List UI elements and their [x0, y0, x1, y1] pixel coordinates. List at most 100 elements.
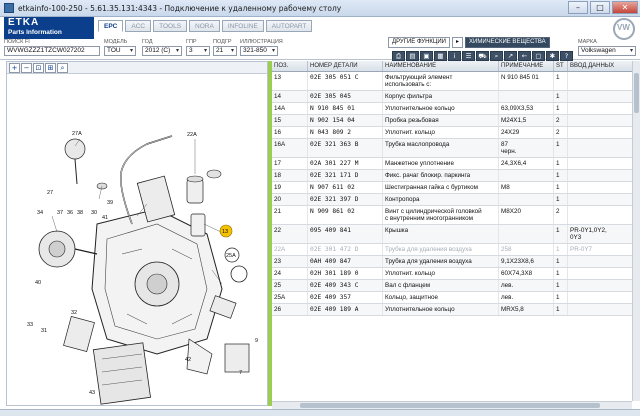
- tab-nora[interactable]: NORA: [189, 20, 220, 32]
- zoom-area-icon[interactable]: ⊞: [45, 62, 56, 73]
- maximize-button[interactable]: □: [590, 1, 610, 14]
- table-row[interactable]: 13 02E 305 051 C Фильтрующий элемент испол…: [272, 72, 640, 91]
- row-note: M8X20: [499, 206, 554, 224]
- table-row[interactable]: 16 N 043 809 2 Уплотнит. кольцо 24X29 2: [272, 127, 640, 139]
- grid-icon[interactable]: ▦: [434, 51, 447, 61]
- callout-40[interactable]: 40: [35, 280, 41, 286]
- horizontal-scroll-thumb[interactable]: [300, 403, 600, 408]
- callout-13[interactable]: 13: [222, 229, 228, 235]
- close-button[interactable]: ✕: [612, 1, 638, 14]
- print-icon[interactable]: ⎙: [392, 51, 405, 61]
- header-st[interactable]: ST: [554, 61, 568, 71]
- lock-icon[interactable]: ▢: [532, 51, 545, 61]
- table-row[interactable]: 26 02E 409 189 A Уплотнительное кольцо MRX5…: [272, 304, 640, 316]
- table-row[interactable]: 22 095 409 841 Крышка 1 PR-0Y1,0Y2, 0Y3: [272, 225, 640, 244]
- subgroup-select[interactable]: 21: [213, 46, 237, 56]
- table-row[interactable]: 20 02E 321 397 D Контропора 1: [272, 194, 640, 206]
- callout-32[interactable]: 32: [71, 310, 77, 316]
- save-icon[interactable]: ▣: [420, 51, 433, 61]
- table-row[interactable]: 15 N 902 154 04 Пробка резьбовая M24X1,5 2: [272, 115, 640, 127]
- row-data-entry: [568, 304, 640, 315]
- table-row[interactable]: 14A N 910 845 01 Уплотнительное кольцо 63,0…: [272, 103, 640, 115]
- tab-autopart[interactable]: AUTOPART: [265, 20, 313, 32]
- row-part-number: 02A 301 227 M: [308, 158, 383, 169]
- callout-43[interactable]: 43: [89, 390, 95, 396]
- vertical-scrollbar[interactable]: [632, 61, 640, 401]
- group-select[interactable]: 3: [186, 46, 210, 56]
- chemicals-button[interactable]: ХИМИЧЕСКИЕ ВЕЩЕСТВА: [465, 37, 550, 48]
- table-row[interactable]: 14 02E 305 045 Корпус фильтра 1: [272, 91, 640, 103]
- zoom-fit-icon[interactable]: ⊡: [33, 62, 44, 73]
- callout-31[interactable]: 31: [41, 328, 47, 334]
- callout-27A[interactable]: 27A: [72, 131, 82, 137]
- callout-30[interactable]: 30: [91, 210, 97, 216]
- function-arrow[interactable]: ▸: [451, 37, 463, 48]
- print-preview-icon[interactable]: ▤: [406, 51, 419, 61]
- row-data-entry: PR-0Y1,0Y2, 0Y3: [570, 227, 607, 241]
- settings-icon[interactable]: ✱: [546, 51, 559, 61]
- table-row[interactable]: 22A 02E 301 472 D Трубка для удаления возд…: [272, 244, 640, 256]
- callout-42[interactable]: 42: [185, 357, 191, 363]
- row-name: Фикс. рачаг блокир. паркинга: [383, 170, 499, 181]
- table-row[interactable]: 19 N 907 611 02 Шестигранная гайка с бурти…: [272, 182, 640, 194]
- row-st: 1: [554, 158, 568, 169]
- search-icon[interactable]: ⌕: [490, 51, 503, 61]
- header-pos[interactable]: ПОЗ.: [272, 61, 308, 71]
- callout-36[interactable]: 36: [67, 210, 73, 216]
- header-data-entry[interactable]: ВВОД ДАННЫХ: [568, 61, 640, 71]
- table-row[interactable]: 16A 02E 321 363 B Трубка маслопровода 87 че…: [272, 139, 640, 158]
- table-row[interactable]: 25A 02E 409 357 Кольцо, защитное лев. 1: [272, 292, 640, 304]
- table-row[interactable]: 17 02A 301 227 M Манжетное уплотнение 24,3X…: [272, 158, 640, 170]
- row-note: 24,3X6,4: [499, 158, 554, 169]
- help-icon[interactable]: ?: [560, 51, 573, 61]
- brand-select[interactable]: Volkswagen: [578, 46, 636, 56]
- arrow-icon[interactable]: ↗: [504, 51, 517, 61]
- tab-epc[interactable]: EPC: [98, 20, 124, 32]
- callout-25A[interactable]: 25A: [226, 253, 236, 259]
- callout-22A[interactable]: 22A: [187, 132, 197, 138]
- other-functions-button[interactable]: ДРУГИЕ ФУНКЦИИ: [388, 37, 450, 48]
- tab-tools[interactable]: TOOLS: [153, 20, 188, 32]
- tab-acc[interactable]: ACC: [125, 20, 152, 32]
- table-row[interactable]: 21 N 909 861 02 Винт с цилиндрической голо…: [272, 206, 640, 225]
- year-select[interactable]: 2012 (C): [142, 46, 182, 56]
- exploded-view-diagram[interactable]: 27A 22A 27 37 36 38 30 39 41 40 31 34 32…: [7, 74, 267, 405]
- parts-list-icon[interactable]: ☰: [462, 51, 475, 61]
- header-part-number[interactable]: НОМЕР ДЕТАЛИ: [308, 61, 383, 71]
- illustration-select[interactable]: 321-850: [240, 46, 278, 56]
- brand-label: МАРКА: [578, 39, 597, 45]
- callout-39[interactable]: 39: [107, 200, 113, 206]
- callout-9[interactable]: 9: [255, 338, 258, 344]
- row-data-entry: [568, 170, 640, 181]
- row-part-number: 02E 301 472 D: [308, 244, 383, 255]
- row-name: Трубка маслопровода: [383, 139, 499, 157]
- table-row[interactable]: 23 0AH 409 847 Трубка для удаления воздуха…: [272, 256, 640, 268]
- callout-27[interactable]: 27: [47, 190, 53, 196]
- callout-33[interactable]: 33: [27, 322, 33, 328]
- info-icon[interactable]: i: [448, 51, 461, 61]
- horizontal-scrollbar[interactable]: [272, 401, 632, 409]
- tab-infoline[interactable]: INFOLINE: [221, 20, 264, 32]
- back-icon[interactable]: ←: [518, 51, 531, 61]
- callout-7[interactable]: 7: [239, 370, 242, 376]
- callout-37[interactable]: 37: [57, 210, 63, 216]
- zoom-out-icon[interactable]: −: [21, 62, 32, 73]
- magnify-icon[interactable]: ⌕: [57, 62, 68, 73]
- zoom-in-icon[interactable]: +: [9, 62, 20, 73]
- row-name: Манжетное уплотнение: [383, 158, 499, 169]
- search-fi-input[interactable]: WVWGZZZ1TZCW027202: [4, 46, 100, 56]
- minimize-button[interactable]: –: [568, 1, 588, 14]
- table-row[interactable]: 18 02E 321 171 D Фикс. рачаг блокир. парки…: [272, 170, 640, 182]
- vertical-scroll-thumb[interactable]: [634, 73, 639, 113]
- cart-icon[interactable]: ⛟: [476, 51, 489, 61]
- callout-38[interactable]: 38: [77, 210, 83, 216]
- table-row[interactable]: 25 02E 409 343 C Вал с фланцем лев. 1: [272, 280, 640, 292]
- table-row[interactable]: 24 02H 301 189 0 Уплотнит. кольцо 60X74,3X8…: [272, 268, 640, 280]
- callout-34[interactable]: 34: [37, 210, 43, 216]
- header-note[interactable]: ПРИМЕЧАНИЕ: [499, 61, 554, 71]
- model-select[interactable]: TOU: [104, 46, 136, 56]
- row-st: 1: [554, 91, 568, 102]
- row-st: 1: [554, 292, 568, 303]
- header-name[interactable]: НАИМЕНОВАНИЕ: [383, 61, 499, 71]
- callout-41[interactable]: 41: [102, 215, 108, 221]
